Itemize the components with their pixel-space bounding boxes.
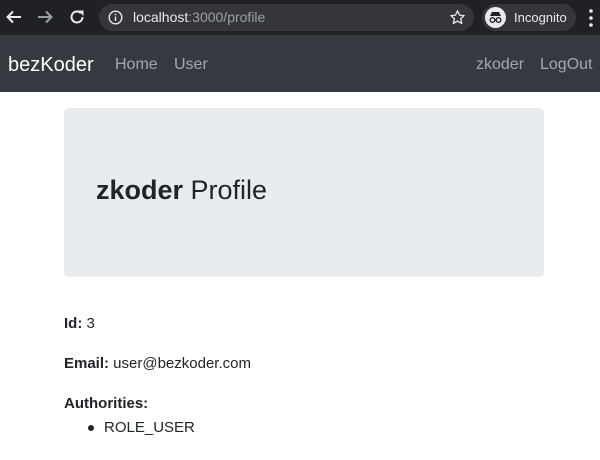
nav-link-profile[interactable]: zkoder <box>476 55 524 75</box>
incognito-icon <box>485 7 506 28</box>
profile-title-suffix: Profile <box>183 175 268 205</box>
forward-arrow-icon[interactable] <box>34 6 56 28</box>
reload-icon[interactable] <box>66 6 88 28</box>
authorities-list: ROLE_USER <box>64 418 195 437</box>
browser-toolbar: localhost:3000/profile Incognito <box>0 0 600 35</box>
url-path: :3000/profile <box>188 9 266 25</box>
address-bar[interactable]: localhost:3000/profile <box>99 4 474 31</box>
email-value: user@bezkoder.com <box>109 355 251 372</box>
incognito-label: Incognito <box>514 10 567 25</box>
authorities-heading: Authorities: <box>64 394 148 413</box>
email-label: Email: <box>64 355 110 372</box>
app-navbar: bezKoder Home User zkoder LogOut <box>0 35 600 92</box>
bullet-icon <box>88 425 94 431</box>
browser-menu-icon[interactable] <box>586 8 596 28</box>
profile-email-line: Email: user@bezkoder.com <box>64 354 251 373</box>
profile-id-line: Id: 3 <box>64 314 95 333</box>
id-label: Id: <box>64 315 83 332</box>
url-text[interactable]: localhost:3000/profile <box>133 9 265 26</box>
page-title: zkoder Profile <box>96 174 267 207</box>
url-host: localhost <box>133 9 189 25</box>
nav-link-user[interactable]: User <box>174 55 208 75</box>
brand-link[interactable]: bezKoder <box>8 53 94 77</box>
id-value: 3 <box>82 315 95 332</box>
info-icon[interactable] <box>108 10 123 25</box>
authorities-label: Authorities: <box>64 395 149 412</box>
profile-header: zkoder Profile <box>64 108 544 277</box>
authority-role: ROLE_USER <box>104 419 195 436</box>
incognito-indicator[interactable]: Incognito <box>482 4 576 31</box>
back-arrow-icon[interactable] <box>3 6 25 28</box>
bookmark-star-icon[interactable] <box>449 9 466 26</box>
profile-username: zkoder <box>96 175 184 205</box>
nav-link-logout[interactable]: LogOut <box>540 55 592 75</box>
list-item: ROLE_USER <box>64 418 195 437</box>
nav-link-home[interactable]: Home <box>115 55 158 75</box>
